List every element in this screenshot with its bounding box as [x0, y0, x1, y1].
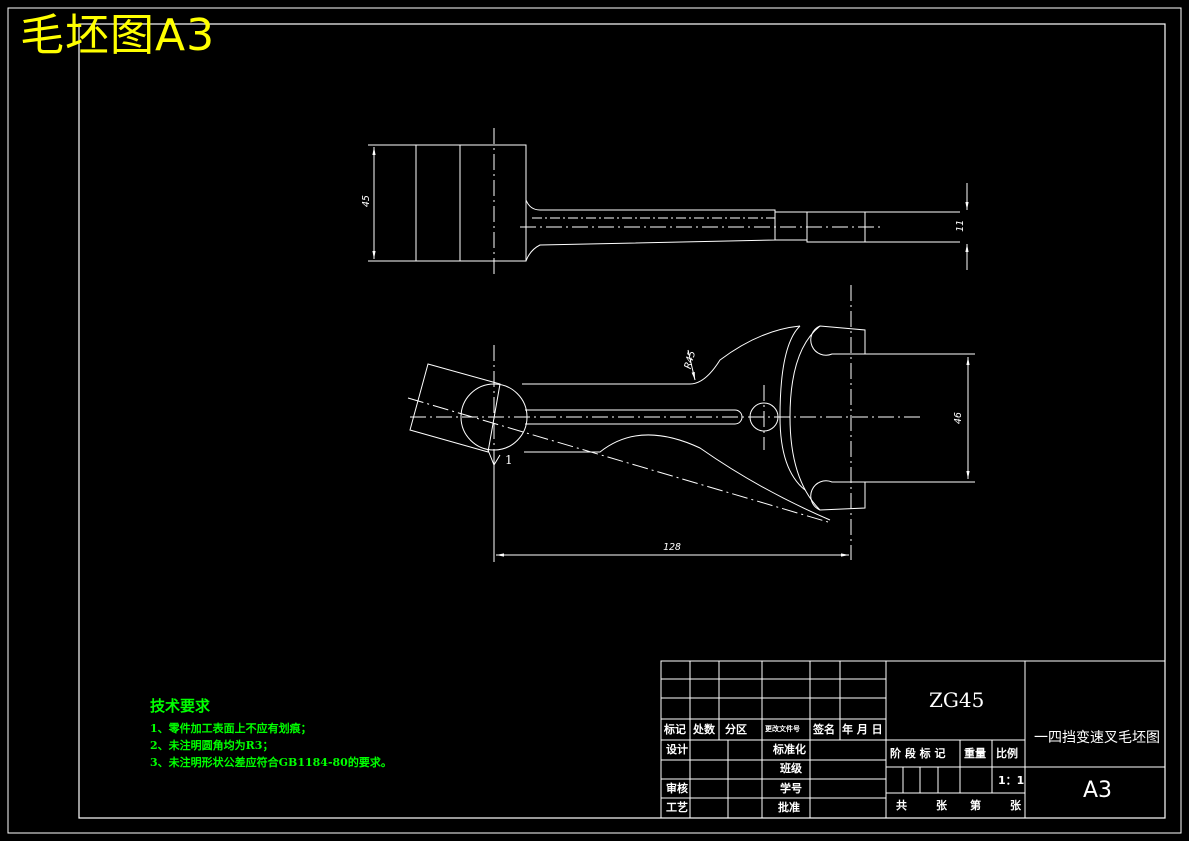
- tb-approve: 批准: [778, 801, 800, 814]
- tb-change-doc: 更改文件号: [765, 725, 800, 733]
- tb-scale: 比例: [996, 747, 1018, 760]
- tb-design: 设计: [666, 743, 688, 756]
- tb-weight: 重量: [964, 747, 986, 760]
- front-view: [407, 285, 975, 562]
- tb-sign: 签名: [813, 723, 835, 736]
- page-title: 毛坯图A3: [20, 10, 216, 61]
- tb-class: 班级: [780, 762, 802, 775]
- tb-date: 年 月 日: [842, 723, 883, 736]
- dim-46: 46: [953, 411, 965, 425]
- tb-standardize: 标准化: [773, 743, 806, 756]
- tb-stage-mark: 阶 段 标 记: [890, 747, 946, 760]
- tech-heading: 技术要求: [150, 697, 211, 715]
- tb-drawing-name: 一四挡变速叉毛坯图: [1034, 730, 1160, 746]
- tb-sheet-unit: 张: [936, 799, 947, 812]
- tb-material: ZG45: [929, 688, 985, 712]
- tb-sheet-num: 第: [970, 799, 981, 812]
- tb-review: 审核: [666, 782, 688, 795]
- tb-mark: 标记: [664, 723, 686, 736]
- dim-angle: 1: [505, 453, 513, 467]
- dim-11: 11: [955, 219, 967, 233]
- tb-sheet-total: 共: [896, 799, 907, 812]
- tb-process: 工艺: [666, 801, 688, 814]
- dim-128: 128: [663, 542, 682, 553]
- top-view: [368, 128, 969, 275]
- tb-count: 处数: [693, 723, 715, 736]
- dim-45: 45: [361, 194, 373, 208]
- tech-line-2: 2、未注明圆角均为R3；: [150, 739, 274, 752]
- tb-scale-value: 1：1: [998, 774, 1025, 787]
- tb-sheet-unit-2: 张: [1010, 799, 1021, 812]
- tb-student-id: 学号: [780, 782, 802, 795]
- tb-zone: 分区: [725, 723, 747, 736]
- tb-sheet-size: A3: [1083, 778, 1113, 803]
- technical-requirements: 技术要求 1、零件加工表面上不应有划痕； 2、未注明圆角均为R3； 3、未注明形…: [150, 695, 392, 771]
- tech-line-3: 3、未注明形状公差应符合GB1184-80的要求。: [150, 756, 392, 769]
- tech-line-1: 1、零件加工表面上不应有划痕；: [150, 722, 312, 735]
